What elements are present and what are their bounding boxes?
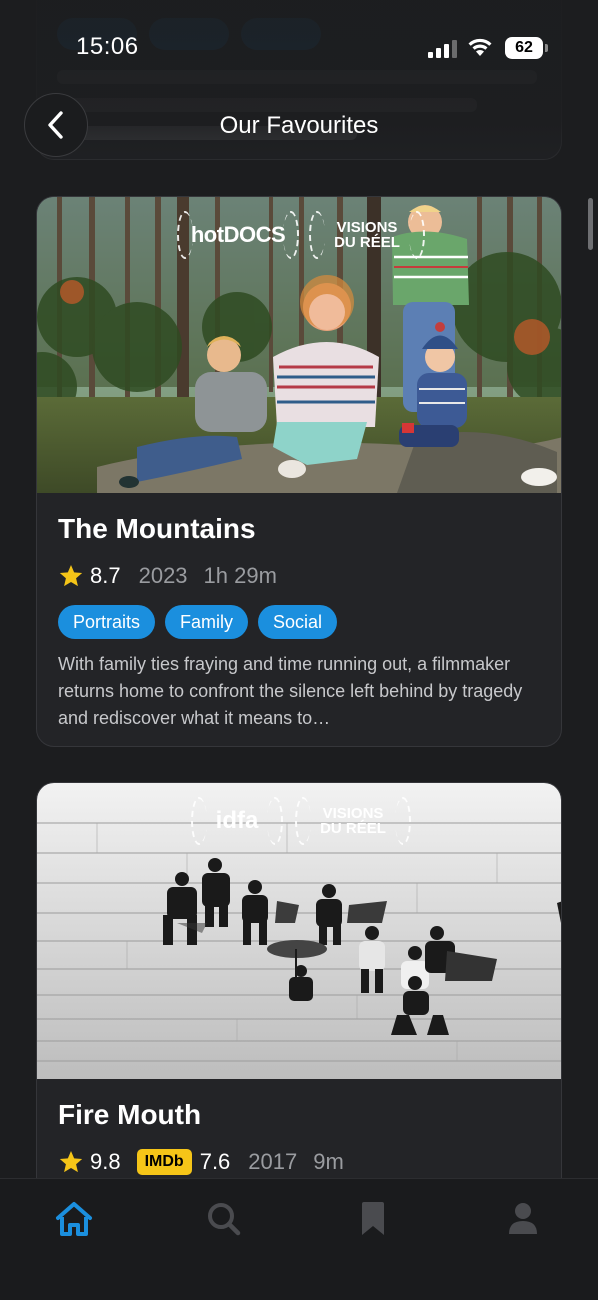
screen: 15:06 62 Our Favourites hotDOCS VISIONS … [0, 0, 598, 1300]
wifi-icon [468, 38, 492, 56]
festival-laurel: VISIONS DU RÉEL [295, 797, 411, 845]
home-icon [56, 1202, 92, 1236]
cellular-signal-icon [428, 38, 458, 58]
star-icon [59, 1150, 83, 1173]
tag-chip[interactable]: Family [165, 605, 249, 639]
tag-chip[interactable]: Social [258, 605, 338, 639]
festival-laurel: hotDOCS [177, 211, 299, 259]
tag-chip[interactable]: Portraits [58, 605, 156, 639]
film-meta: 8.7 2023 1h 29m [58, 563, 293, 589]
festival-laurel: idfa [191, 797, 283, 845]
search-icon [208, 1203, 241, 1236]
film-title: The Mountains [58, 513, 256, 544]
tab-search[interactable] [202, 1197, 246, 1241]
film-card[interactable]: hotDOCS VISIONS DU RÉEL The Mountains 8.… [36, 196, 562, 747]
festival-laurel: VISIONS DU RÉEL [309, 211, 425, 259]
scrollbar[interactable] [588, 198, 593, 250]
film-year: 2017 [248, 1149, 298, 1174]
film-duration: 1h 29m [203, 563, 277, 588]
battery-indicator: 62 [505, 37, 548, 59]
bookmark-icon [362, 1202, 384, 1235]
tab-home[interactable] [52, 1197, 96, 1241]
tag-list: Portraits Family Social [58, 605, 338, 639]
profile-icon [509, 1203, 537, 1234]
imdb-badge: IMDb [136, 1149, 192, 1175]
film-poster-image: hotDOCS VISIONS DU RÉEL [37, 197, 561, 493]
film-description: With family ties fraying and time runnin… [58, 654, 523, 728]
film-duration: 9m [313, 1149, 344, 1174]
status-bar: 15:06 62 [0, 0, 598, 96]
film-poster-image: idfa VISIONS DU RÉEL [37, 783, 561, 1079]
status-time: 15:06 [76, 33, 139, 60]
page-title: Our Favourites [219, 112, 379, 139]
tab-profile[interactable] [501, 1197, 545, 1241]
star-icon [59, 564, 83, 587]
film-rating: 9.8 [90, 1149, 121, 1174]
film-title: Fire Mouth [58, 1099, 202, 1130]
film-rating: 8.7 [90, 563, 121, 588]
bottom-tab-bar [0, 1178, 598, 1300]
imdb-rating: 7.6 [199, 1149, 231, 1174]
tab-bookmarks[interactable] [351, 1197, 395, 1241]
film-meta: 9.8 IMDb 7.6 2017 9m [58, 1149, 360, 1175]
film-year: 2023 [138, 563, 188, 588]
